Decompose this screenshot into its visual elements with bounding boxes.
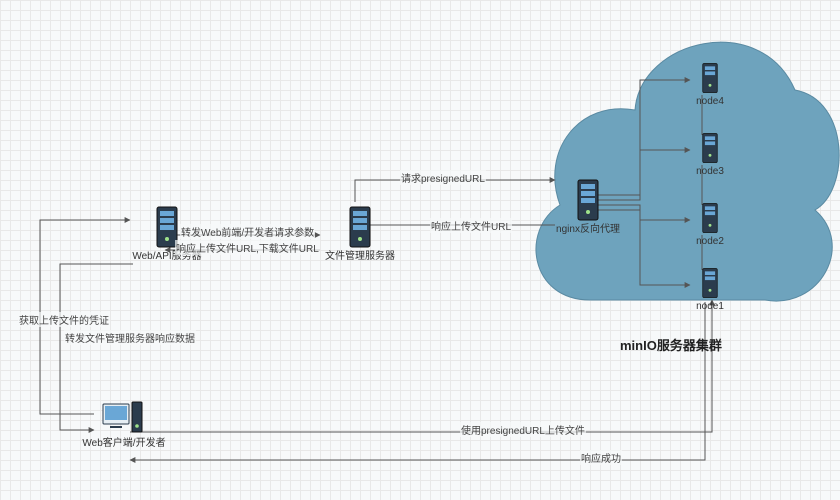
node-label: nginx反向代理 <box>548 224 628 235</box>
edge-label: 响应上传文件URL <box>430 218 512 233</box>
node-label: node1 <box>690 301 730 312</box>
node-node2: node2 <box>690 202 730 247</box>
edge-label: 使用presignedURL上传文件 <box>460 422 586 437</box>
server-icon <box>699 267 721 299</box>
pc-icon <box>102 400 146 436</box>
node-node4: node4 <box>690 62 730 107</box>
edge-label: 转发文件管理服务器响应数据 <box>64 330 196 345</box>
node-file-mgr: 文件管理服务器 <box>320 205 400 262</box>
edge-label: 请求presignedURL <box>400 170 486 185</box>
node-node1: node1 <box>690 267 730 312</box>
node-nginx: nginx反向代理 <box>548 178 628 235</box>
edge-label: 响应成功 <box>580 450 622 465</box>
server-icon <box>699 62 721 94</box>
edge-label: 转发Web前端/开发者请求参数 <box>180 224 315 239</box>
edge-label: 响应上传文件URL,下载文件URL <box>175 240 320 255</box>
node-label: 文件管理服务器 <box>320 251 400 262</box>
server-icon <box>345 205 375 249</box>
node-node3: node3 <box>690 132 730 177</box>
cluster-title: minIO服务器集群 <box>620 335 722 354</box>
node-label: Web客户端/开发者 <box>74 438 174 449</box>
node-label: node3 <box>690 166 730 177</box>
server-icon <box>699 132 721 164</box>
edge-label: 获取上传文件的凭证 <box>18 312 110 327</box>
node-label: node4 <box>690 96 730 107</box>
server-icon <box>699 202 721 234</box>
server-icon <box>573 178 603 222</box>
node-label: node2 <box>690 236 730 247</box>
node-client: Web客户端/开发者 <box>74 400 174 449</box>
